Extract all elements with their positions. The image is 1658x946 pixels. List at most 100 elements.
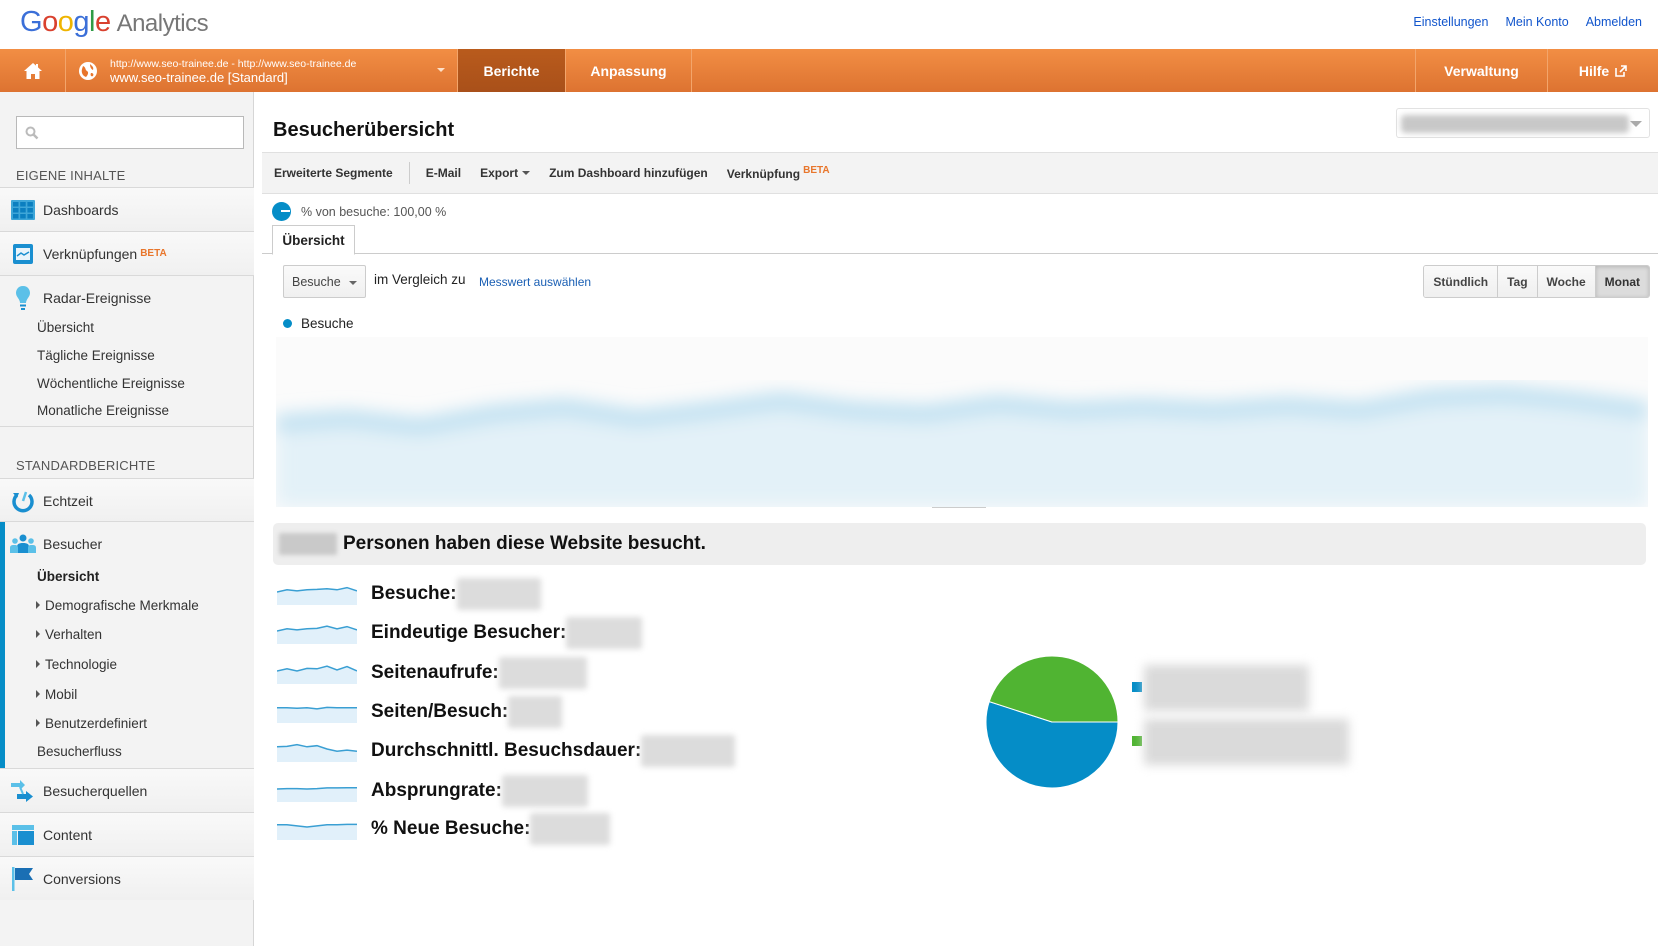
sidebar-subitem-visitors-flow[interactable]: Besucherfluss: [37, 744, 122, 759]
sparkline: [277, 743, 357, 762]
tab-berichte[interactable]: Berichte: [458, 49, 566, 92]
sidebar-subitem-demographics[interactable]: Demografische Merkmale: [36, 598, 199, 613]
google-analytics-logo[interactable]: Google Analytics: [20, 6, 209, 39]
sidebar-subitem-monthly-events[interactable]: Monatliche Ereignisse: [37, 403, 169, 418]
logout-link[interactable]: Abmelden: [1586, 15, 1642, 29]
sidebar-item-label: Dashboards: [43, 201, 119, 218]
section-heading-own: EIGENE INHALTE: [16, 168, 126, 183]
tab-anpassung[interactable]: Anpassung: [566, 49, 692, 92]
top-header: Google Analytics Einstellungen Mein Konto…: [0, 0, 1658, 49]
sidebar-subitem-visitors-overview[interactable]: Übersicht: [37, 569, 99, 584]
sidebar-subitem-behavior[interactable]: Verhalten: [36, 627, 102, 642]
date-range-picker[interactable]: [1396, 108, 1650, 138]
home-button[interactable]: [0, 49, 66, 92]
sidebar-item-dashboards[interactable]: Dashboards: [0, 187, 254, 231]
expand-triangle-icon: [36, 719, 40, 727]
sidebar-subitem-weekly-events[interactable]: Wöchentliche Ereignisse: [37, 376, 185, 391]
traffic-sources-arrows-icon: [10, 778, 36, 804]
date-range-value: [1401, 115, 1629, 133]
home-icon: [23, 62, 42, 79]
sidebar-item-realtime[interactable]: Echtzeit: [0, 478, 254, 522]
metric-row[interactable]: % Neue Besuche:: [277, 813, 611, 845]
sidebar-item-label: Radar-Ereignisse: [43, 289, 152, 306]
beta-badge: BETA: [140, 248, 167, 259]
area-point: [1357, 408, 1362, 413]
advanced-segments-button[interactable]: Erweiterte Segmente: [274, 166, 393, 180]
tab-verwaltung[interactable]: Verwaltung: [1415, 49, 1548, 92]
account-profile-name: www.seo-trainee.de [Standard]: [110, 69, 288, 85]
account-links: Einstellungen Mein Konto Abmelden: [1413, 15, 1642, 29]
settings-link[interactable]: Einstellungen: [1413, 15, 1488, 29]
period-month-button[interactable]: Monat: [1594, 266, 1649, 297]
metric-row[interactable]: Besuche:: [277, 578, 541, 610]
metric-row[interactable]: Absprungrate:: [277, 775, 588, 807]
compare-label: im Vergleich zu: [374, 272, 466, 287]
sidebar-item-traffic-sources[interactable]: Besucherquellen: [0, 768, 254, 812]
email-button[interactable]: E-Mail: [426, 166, 461, 180]
sidebar-item-shortcuts[interactable]: Verknüpfungen BETA: [0, 231, 254, 275]
expand-triangle-icon: [36, 601, 40, 609]
export-button[interactable]: Export: [480, 166, 531, 180]
period-day-button[interactable]: Tag: [1497, 266, 1537, 297]
legend-label: Besuche: [301, 316, 354, 331]
main-navbar: http://www.seo-trainee.de - http://www.s…: [0, 49, 1658, 92]
area-point: [1284, 403, 1289, 408]
area-point: [779, 398, 784, 403]
visits-area-chart[interactable]: [276, 337, 1648, 507]
sidebar-item-label: Echtzeit: [43, 492, 93, 509]
sparkline-area: [277, 707, 357, 723]
select-metric-link[interactable]: Messwert auswählen: [479, 275, 591, 289]
area-point: [707, 408, 712, 413]
area-point: [851, 408, 856, 413]
sidebar-item-conversions[interactable]: Conversions: [0, 856, 254, 900]
visitors-summary: Personen haben diese Website besucht.: [273, 523, 1646, 565]
sidebar-subitem-radar-overview[interactable]: Übersicht: [37, 320, 94, 335]
sidebar: EIGENE INHALTE Dashboards Verknüpfungen B…: [0, 92, 254, 946]
sidebar-subitem-technology[interactable]: Technologie: [36, 657, 117, 672]
new-vs-returning-pie[interactable]: [962, 632, 1142, 817]
sidebar-subitem-daily-events[interactable]: Tägliche Ereignisse: [37, 348, 155, 363]
metric-selector[interactable]: Besuche: [283, 265, 366, 298]
metric-label: Seiten/Besuch:: [371, 701, 509, 722]
summary-text: Personen haben diese Website besucht.: [343, 533, 706, 554]
metric-row[interactable]: Durchschnittl. Besuchsdauer:: [277, 735, 736, 767]
sidebar-subitem-custom[interactable]: Benutzerdefiniert: [36, 716, 147, 731]
metric-row[interactable]: Seiten/Besuch:: [277, 696, 563, 728]
my-account-link[interactable]: Mein Konto: [1505, 15, 1568, 29]
sidebar-item-content[interactable]: Content: [0, 812, 254, 856]
sparkline: [277, 823, 357, 840]
sidebar-item-visitors[interactable]: Besucher: [0, 521, 254, 565]
sidebar-subitem-mobile[interactable]: Mobil: [36, 687, 77, 702]
area-point: [562, 404, 567, 409]
report-toolbar: Erweiterte Segmente E-Mail Export Zum Da…: [262, 152, 1658, 194]
metric-row[interactable]: Seitenaufrufe:: [277, 657, 587, 689]
area-point: [1140, 404, 1145, 409]
metric-label: Seitenaufrufe:: [371, 662, 499, 683]
period-week-button[interactable]: Woche: [1536, 266, 1595, 297]
legend-label-blurred: [1144, 665, 1309, 711]
period-toggle-group: Stündlich Tag Woche Monat: [1423, 265, 1650, 298]
legend-label-blurred: [1144, 719, 1349, 765]
shortcuts-icon: [10, 241, 36, 267]
shortcut-button[interactable]: Verknüpfung BETA: [727, 165, 830, 181]
tab-divider: [262, 253, 1658, 254]
legend-swatch-blue: [1132, 682, 1142, 692]
tab-overview[interactable]: Übersicht: [272, 225, 355, 255]
dashboards-grid-icon: [10, 197, 36, 223]
metric-row[interactable]: Eindeutige Besucher:: [277, 617, 643, 649]
area-point: [1501, 391, 1506, 396]
add-to-dashboard-button[interactable]: Zum Dashboard hinzufügen: [549, 166, 708, 180]
chevron-down-icon: [522, 171, 531, 175]
sidebar-item-radar[interactable]: Radar-Ereignisse: [0, 275, 254, 319]
chart-resize-handle[interactable]: [932, 507, 986, 511]
area-point: [418, 424, 423, 429]
help-button[interactable]: Hilfe: [1548, 49, 1658, 92]
sidebar-search-input[interactable]: [45, 117, 235, 147]
sidebar-search[interactable]: [16, 116, 244, 149]
area-point: [346, 416, 351, 421]
account-selector[interactable]: http://www.seo-trainee.de - http://www.s…: [66, 49, 458, 92]
period-hourly-button[interactable]: Stündlich: [1424, 266, 1498, 297]
sparkline: [277, 586, 357, 605]
visitors-people-icon: [10, 531, 36, 557]
chevron-down-icon: [437, 68, 445, 72]
